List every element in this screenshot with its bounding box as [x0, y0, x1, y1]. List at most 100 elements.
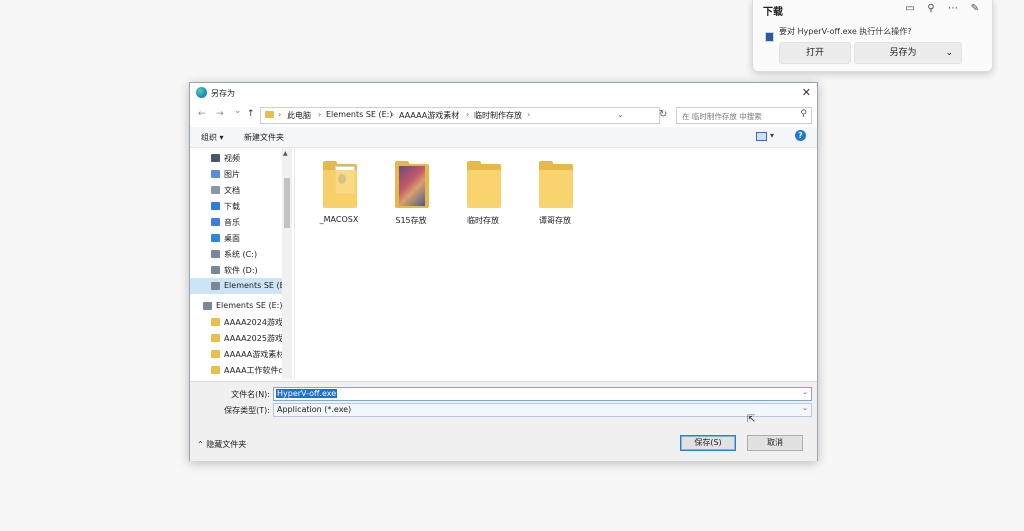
image-thumbnail [399, 166, 425, 206]
folder-label: 谭哥存放 [539, 216, 571, 225]
sidebar-item-icon [211, 234, 220, 242]
sidebar-scrollbar[interactable]: ▲ [282, 148, 292, 379]
sidebar-item[interactable]: 下载 [190, 198, 282, 214]
scroll-up-icon[interactable]: ▲ [283, 150, 288, 157]
folder-item[interactable]: S15存放 [381, 154, 441, 234]
sidebar-item-label: 图片 [224, 170, 240, 179]
folder-label: 临时存放 [467, 216, 499, 225]
search-icon: ⚲ [800, 109, 807, 119]
sidebar-item-label: 桌面 [224, 234, 240, 243]
view-options-icon[interactable] [756, 132, 767, 141]
help-icon[interactable]: ? [795, 130, 806, 141]
dialog-titlebar[interactable]: 另存为 ✕ [190, 83, 817, 103]
breadcrumb-temp-folder[interactable]: 临时制作存放 [474, 110, 522, 121]
search-placeholder: 在 临时制作存放 中搜索 [682, 112, 762, 121]
sidebar-item-icon [211, 186, 220, 194]
up-arrow-icon[interactable]: ↑ [247, 109, 255, 119]
filename-label: 文件名(N): [231, 390, 270, 399]
sidebar-item-label: AAAA2024游戏 [224, 318, 283, 327]
file-list: _MACOSX S15存放 临时存放 谭哥存放 [294, 148, 817, 379]
close-icon[interactable]: ✕ [802, 86, 811, 99]
recent-locations-icon[interactable]: ⌄ [234, 106, 242, 116]
folder-icon[interactable]: ▭ [903, 2, 917, 16]
sidebar-item[interactable]: AAAA2025游戏 [190, 330, 283, 346]
sidebar-item-icon [211, 318, 220, 326]
sidebar-item-icon [211, 350, 220, 358]
back-arrow-icon[interactable]: ← [198, 109, 206, 119]
search-input[interactable]: 在 临时制作存放 中搜索 ⚲ [676, 107, 812, 124]
sidebar-item[interactable]: 图片 [190, 166, 282, 182]
sidebar-item[interactable]: AAAA2024游戏 [190, 314, 283, 330]
sidebar-item[interactable]: 文档 [190, 182, 282, 198]
sidebar-item-label: Elements SE (E:) [224, 281, 291, 290]
hide-folders-toggle[interactable]: ⌃ 隐藏文件夹 [197, 439, 246, 450]
edge-icon [196, 87, 207, 98]
dialog-toolbar: 组织 ▾ 新建文件夹 ▾ ? [190, 127, 817, 148]
filename-input[interactable]: HyperV-off.exe ⌄ [273, 387, 812, 401]
sidebar-item[interactable]: 音乐 [190, 214, 282, 230]
breadcrumb-game-assets[interactable]: AAAAA游戏素材 [399, 110, 459, 121]
download-panel-title: 下载 [763, 7, 783, 18]
open-button[interactable]: 打开 [779, 42, 851, 64]
filename-value: HyperV-off.exe [276, 389, 338, 398]
sidebar-item-label: AAAAA游戏素材 [224, 350, 285, 359]
chevron-down-icon[interactable]: ⌄ [945, 43, 953, 63]
sidebar-item-label: 视频 [224, 154, 240, 163]
sidebar-item[interactable]: AAAA工作软件d [190, 362, 284, 378]
save-as-label: 另存为 [889, 48, 917, 58]
sidebar-item[interactable]: AAAAA游戏素材 [190, 346, 285, 362]
sidebar-item-icon [211, 334, 220, 342]
filetype-value: Application (*.exe) [277, 405, 352, 414]
folder-item[interactable]: 谭哥存放 [525, 154, 585, 234]
save-as-button[interactable]: 另存为 ⌄ [854, 42, 962, 64]
chevron-down-icon[interactable]: ⌄ [802, 404, 808, 412]
sidebar-item[interactable]: 系统 (C:) [190, 246, 282, 262]
address-bar[interactable]: › 此电脑 › Elements SE (E:) › AAAAA游戏素材 › 临… [260, 107, 660, 124]
sidebar-item-icon [211, 202, 220, 210]
sidebar-item-icon [211, 218, 220, 226]
folder-label: S15存放 [395, 216, 427, 225]
pin-icon[interactable]: ✎ [968, 2, 982, 16]
sidebar-item-label: 文档 [224, 186, 240, 195]
sidebar-item-icon [211, 250, 220, 258]
sidebar-item[interactable]: Elements SE (E:) [190, 278, 291, 294]
folder-label: _MACOSX [319, 215, 359, 224]
sidebar-item-icon [203, 302, 212, 310]
organize-button[interactable]: 组织 ▾ [201, 132, 224, 143]
more-icon[interactable]: ⋯ [946, 2, 960, 16]
chevron-down-icon[interactable]: ⌄ [617, 110, 624, 119]
folder-item[interactable]: _MACOSX [309, 154, 369, 234]
refresh-icon[interactable]: ↻ [659, 109, 667, 120]
sidebar-item-label: 软件 (D:) [224, 266, 258, 275]
save-button[interactable]: 保存(S) [680, 435, 736, 451]
sidebar-item-icon [211, 266, 220, 274]
sidebar-item[interactable]: 软件 (D:) [190, 262, 282, 278]
sidebar-item-label: AAAA工作软件d [224, 366, 284, 375]
breadcrumb-drive[interactable]: Elements SE (E:) [326, 110, 393, 119]
sidebar-item-label: AAAA2025游戏 [224, 334, 283, 343]
sidebar-item-icon [211, 366, 220, 374]
breadcrumb-this-pc[interactable]: 此电脑 [287, 110, 311, 121]
forward-arrow-icon[interactable]: → [216, 109, 224, 119]
folder-item[interactable]: 临时存放 [453, 154, 513, 234]
sidebar-item-label: 音乐 [224, 218, 240, 227]
sidebar-item-icon [211, 154, 220, 162]
sidebar-item-label: 系统 (C:) [224, 250, 258, 259]
new-folder-button[interactable]: 新建文件夹 [244, 132, 284, 143]
folder-icon [265, 111, 274, 118]
filetype-select[interactable]: Application (*.exe) ⌄ [273, 403, 812, 417]
sidebar-item-label: 下载 [224, 202, 240, 211]
scrollbar-thumb[interactable] [284, 178, 290, 228]
cancel-button[interactable]: 取消 [747, 435, 803, 451]
navigation-pane: 视频图片文档下载音乐桌面系统 (C:) 软件 (D:) Elements SE (E… [190, 148, 294, 379]
sidebar-item[interactable]: Elements SE (E:) [190, 298, 283, 314]
search-icon[interactable]: ⚲ [924, 2, 938, 16]
download-question: 要对 HyperV-off.exe 执行什么操作? [779, 27, 912, 36]
save-options-area: 文件名(N): HyperV-off.exe ⌄ 保存类型(T): Applic… [190, 381, 817, 461]
sidebar-item-icon [211, 170, 220, 178]
chevron-down-icon[interactable]: ⌄ [802, 388, 808, 396]
sidebar-item[interactable]: 桌面 [190, 230, 282, 246]
sidebar-item[interactable]: 视频 [190, 150, 282, 166]
chevron-down-icon[interactable]: ▾ [770, 131, 774, 140]
sidebar-item-label: Elements SE (E:) [216, 301, 283, 310]
